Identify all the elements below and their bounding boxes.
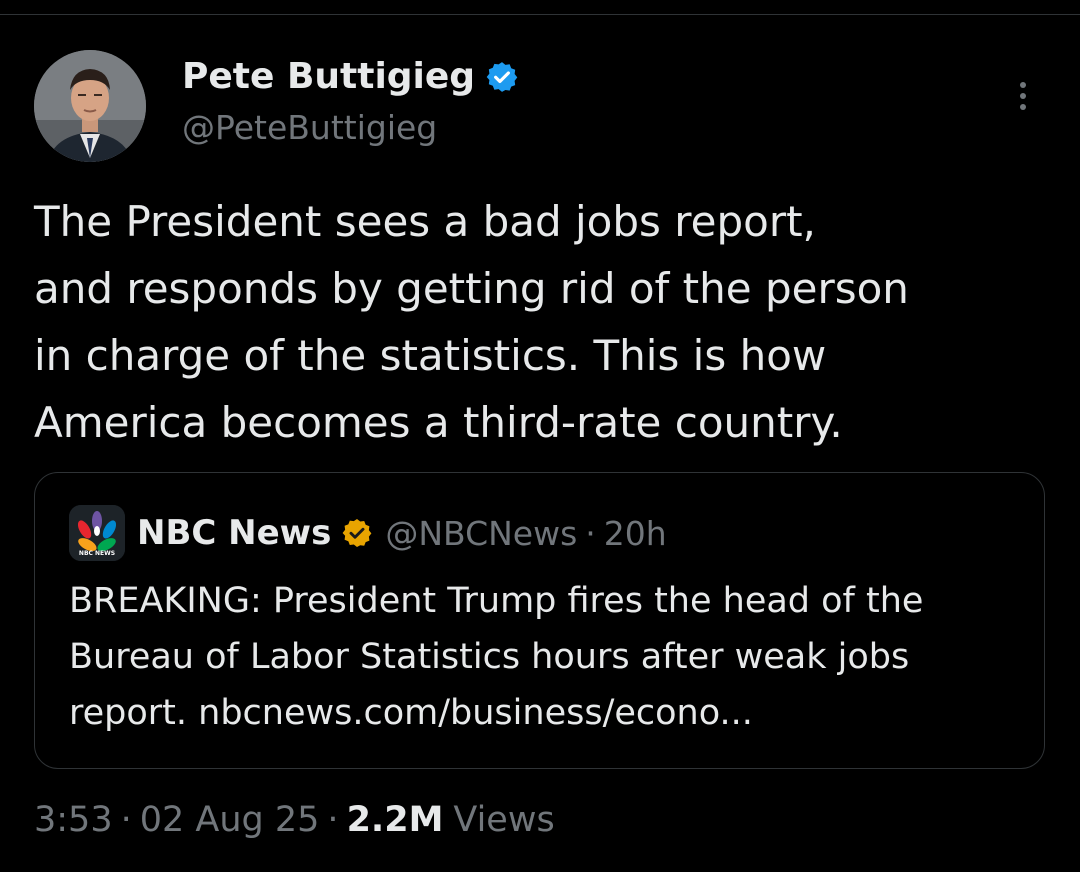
top-divider bbox=[0, 14, 1080, 15]
avatar-photo bbox=[34, 50, 146, 162]
author-name-row[interactable]: Pete Buttigieg bbox=[182, 56, 519, 97]
nbc-peacock-icon: NBC NEWS bbox=[69, 505, 125, 561]
nbc-logo-text: NBC NEWS bbox=[79, 550, 115, 557]
nbc-news-logo: NBC NEWS bbox=[69, 505, 125, 561]
quote-line: BREAKING: President Trump fires the head… bbox=[69, 581, 924, 621]
quote-author-handle[interactable]: @NBCNews bbox=[385, 514, 577, 553]
quote-text: BREAKING: President Trump fires the head… bbox=[69, 573, 1029, 741]
tweet-time[interactable]: 3:53 bbox=[34, 800, 113, 840]
gold-verified-badge-icon bbox=[342, 519, 372, 547]
tweet-line: and responds by getting rid of the perso… bbox=[34, 264, 909, 313]
meta-separator: · bbox=[120, 800, 132, 840]
quote-line: report. nbcnews.com/business/econo... bbox=[69, 693, 753, 733]
tweet-line: America becomes a third-rate country. bbox=[34, 398, 843, 447]
quote-line: Bureau of Labor Statistics hours after w… bbox=[69, 637, 910, 677]
author-name[interactable]: Pete Buttigieg bbox=[182, 56, 475, 97]
more-options-icon[interactable] bbox=[1008, 74, 1038, 118]
quote-separator: · bbox=[585, 513, 596, 553]
quoted-tweet-card[interactable]: NBC NEWS NBC News @NBCNews · 20h BREAKIN… bbox=[34, 472, 1045, 769]
tweet-line: in charge of the statistics. This is how bbox=[34, 331, 827, 380]
quote-author-name[interactable]: NBC News bbox=[137, 513, 331, 553]
tweet-text: The President sees a bad jobs report, an… bbox=[34, 188, 1044, 456]
quote-header: NBC News @NBCNews · 20h bbox=[137, 509, 667, 557]
quote-timestamp[interactable]: 20h bbox=[604, 514, 667, 553]
views-label[interactable]: Views bbox=[453, 800, 554, 840]
meta-separator: · bbox=[327, 800, 339, 840]
tweet-meta: 3:53 · 02 Aug 25 · 2.2M Views bbox=[34, 796, 555, 844]
author-handle[interactable]: @PeteButtigieg bbox=[182, 108, 437, 147]
tweet-date[interactable]: 02 Aug 25 bbox=[140, 800, 320, 840]
avatar[interactable] bbox=[34, 50, 146, 162]
views-count[interactable]: 2.2M bbox=[347, 800, 444, 840]
verified-badge-icon bbox=[486, 61, 518, 92]
tweet-line: The President sees a bad jobs report, bbox=[34, 197, 816, 246]
